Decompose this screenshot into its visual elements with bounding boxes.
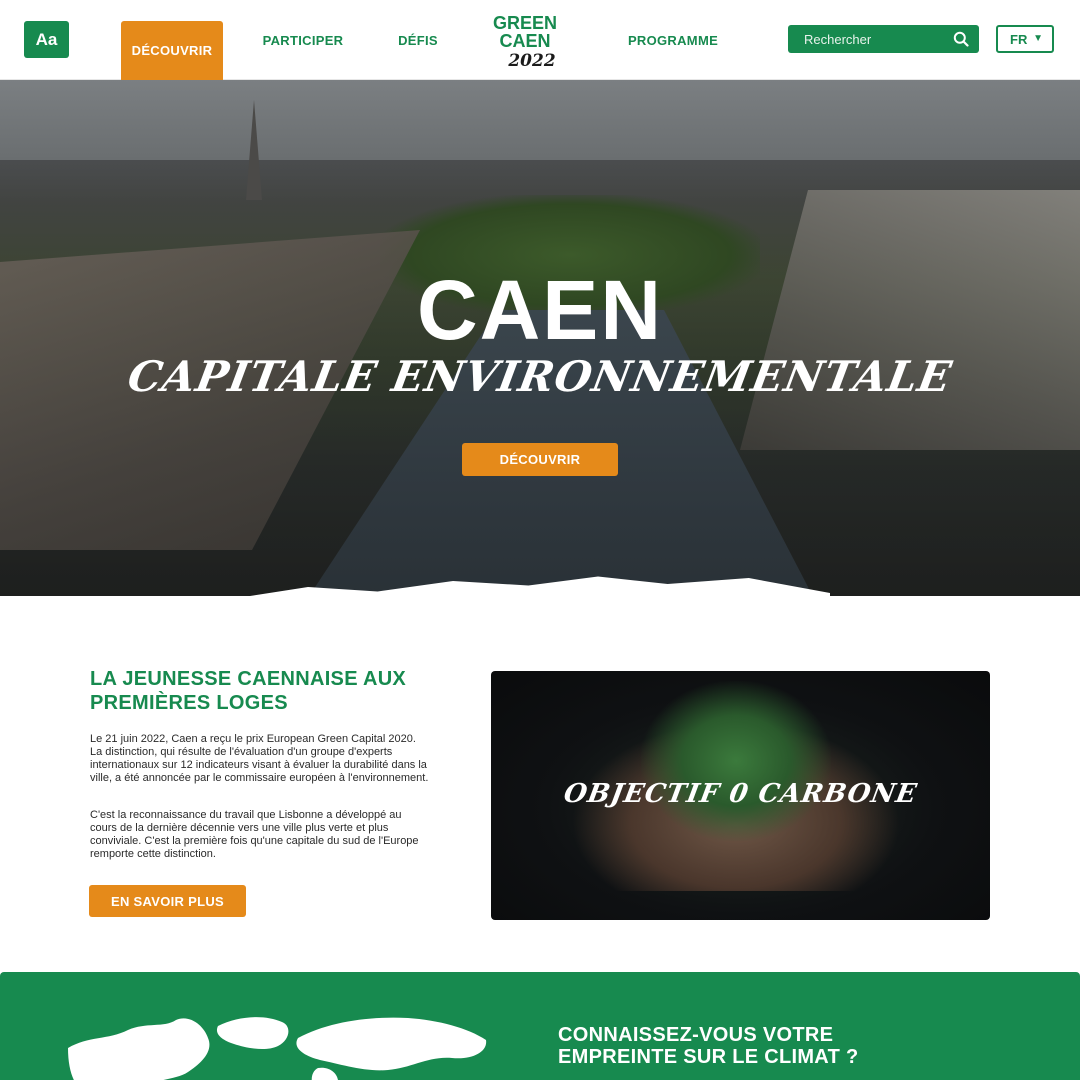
search-input[interactable] <box>804 31 944 47</box>
world-map-icon <box>68 1017 487 1080</box>
language-selected-value: FR <box>1010 31 1028 47</box>
search-bar[interactable] <box>788 25 979 53</box>
green-caen-2022-logo[interactable]: GREEN CAEN 2022 <box>486 12 564 70</box>
hero-subtitle: Capitale environnementale <box>124 352 956 401</box>
zero-carbon-promo-card[interactable]: Objectif 0 carbone <box>491 671 990 920</box>
intro-paragraph-1: Le 21 juin 2022, Caen a reçu le prix Eur… <box>90 733 429 784</box>
logo-line-year: 2022 <box>507 51 555 70</box>
logo-line-green: GREEN <box>493 13 557 33</box>
site-header: Aa DÉCOUVRIR PARTICIPER DÉFIS GREEN CAEN… <box>0 0 1080 80</box>
learn-more-button[interactable]: EN SAVOIR PLUS <box>89 885 246 917</box>
intro-paragraph-2: C'est la reconnaissance du travail que L… <box>90 809 419 860</box>
climate-footprint-section: CONNAISSEZ-VOUS VOTRE EMPREINTE SUR LE C… <box>0 972 1080 1080</box>
nav-item-defis[interactable]: DÉFIS <box>392 0 444 80</box>
nav-item-decouvrir[interactable]: DÉCOUVRIR <box>121 21 223 80</box>
chevron-down-icon: ▼ <box>1033 33 1043 44</box>
promo-text: Objectif 0 carbone <box>561 779 920 809</box>
language-select[interactable]: FR ▼ <box>996 25 1054 53</box>
hero-title: CAEN <box>416 263 663 357</box>
logo-line-caen: CAEN <box>499 31 550 51</box>
intro-title: LA JEUNESSE CAENNAISE AUX PREMIÈRES LOGE… <box>90 668 407 714</box>
plant-image <box>641 681 831 841</box>
font-size-toggle-button[interactable]: Aa <box>24 21 69 58</box>
nav-item-programme[interactable]: PROGRAMME <box>622 0 724 80</box>
hero-sky <box>0 80 1080 160</box>
climate-title: CONNAISSEZ-VOUS VOTRE EMPREINTE SUR LE C… <box>558 1024 859 1068</box>
search-icon[interactable] <box>953 31 969 47</box>
hero-banner: CAEN Capitale environnementale DÉCOUVRIR <box>0 80 1080 596</box>
nav-item-participer[interactable]: PARTICIPER <box>258 0 348 80</box>
hero-discover-button[interactable]: DÉCOUVRIR <box>462 443 618 476</box>
